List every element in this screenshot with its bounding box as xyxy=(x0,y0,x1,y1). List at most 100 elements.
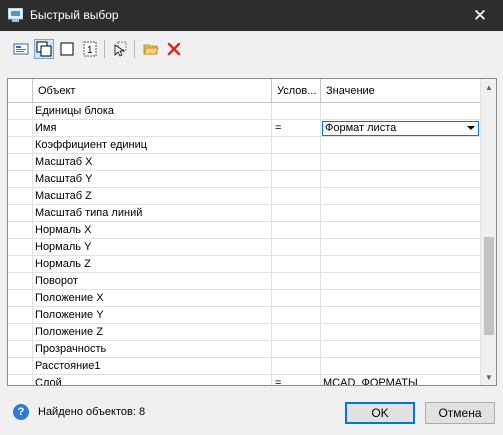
header-object[interactable]: Объект xyxy=(33,79,272,103)
row-value[interactable] xyxy=(321,137,481,154)
row-value[interactable] xyxy=(321,188,481,205)
row-condition[interactable] xyxy=(272,205,321,222)
vertical-scrollbar[interactable]: ▲ ▼ xyxy=(480,79,496,385)
row-condition[interactable] xyxy=(272,273,321,290)
numbered-list-icon: 1 xyxy=(83,41,97,57)
row-value[interactable] xyxy=(321,341,481,358)
table-row[interactable]: Имя = Формат листа xyxy=(8,120,481,137)
row-value[interactable] xyxy=(321,239,481,256)
help-icon[interactable]: ? xyxy=(13,404,29,420)
close-icon: ✕ xyxy=(472,5,488,25)
pointer-select-icon xyxy=(114,41,127,57)
svg-text:1: 1 xyxy=(87,45,93,56)
row-condition[interactable] xyxy=(272,188,321,205)
table-row[interactable]: Слой = MCAD_ФОРМАТЫ xyxy=(8,375,481,385)
header-value[interactable]: Значение xyxy=(321,79,481,103)
table-row[interactable]: Масштаб типа линий xyxy=(8,205,481,222)
scroll-down-icon[interactable]: ▼ xyxy=(481,369,496,385)
row-object: Коэффициент единиц xyxy=(33,137,272,154)
row-object: Масштаб Y xyxy=(33,171,272,188)
row-condition[interactable] xyxy=(272,256,321,273)
row-value[interactable] xyxy=(321,290,481,307)
row-value[interactable] xyxy=(321,103,481,120)
row-condition[interactable] xyxy=(272,222,321,239)
row-value[interactable] xyxy=(321,273,481,290)
select-all-icon xyxy=(13,43,29,55)
window-title: Быстрый выбор xyxy=(30,8,119,22)
row-condition[interactable]: = xyxy=(272,375,321,385)
delete-button[interactable] xyxy=(164,39,184,59)
row-object: Поворот xyxy=(33,273,272,290)
header-condition[interactable]: Услов... xyxy=(272,79,321,103)
row-condition[interactable] xyxy=(272,307,321,324)
row-object: Слой xyxy=(33,375,272,385)
row-value[interactable] xyxy=(321,358,481,375)
row-value[interactable] xyxy=(321,307,481,324)
row-value[interactable] xyxy=(321,171,481,188)
table-row[interactable]: Положение Z xyxy=(8,324,481,341)
row-condition[interactable] xyxy=(272,290,321,307)
app-icon xyxy=(8,8,23,22)
row-object: Единицы блока xyxy=(33,103,272,120)
header-spacer xyxy=(8,79,33,103)
row-value[interactable] xyxy=(321,154,481,171)
row-value[interactable] xyxy=(321,324,481,341)
row-condition[interactable] xyxy=(272,154,321,171)
row-condition[interactable] xyxy=(272,103,321,120)
ok-button[interactable]: OK xyxy=(345,402,415,424)
table-row[interactable]: Масштаб Y xyxy=(8,171,481,188)
table-row[interactable]: Прозрачность xyxy=(8,341,481,358)
folder-open-icon xyxy=(143,44,159,55)
row-condition[interactable] xyxy=(272,341,321,358)
table-row[interactable]: Нормаль X xyxy=(8,222,481,239)
row-condition[interactable] xyxy=(272,171,321,188)
toolbar-separator xyxy=(134,40,135,58)
chevron-down-icon[interactable] xyxy=(467,126,475,130)
row-value[interactable] xyxy=(321,222,481,239)
row-condition[interactable]: = xyxy=(272,120,321,137)
scrollbar-thumb[interactable] xyxy=(484,237,494,335)
value-dropdown[interactable]: Формат листа xyxy=(322,121,479,136)
row-value[interactable] xyxy=(321,205,481,222)
row-object: Положение Z xyxy=(33,324,272,341)
select-window-icon xyxy=(36,41,52,57)
pointer-select-button[interactable] xyxy=(110,39,130,59)
row-condition[interactable] xyxy=(272,358,321,375)
cancel-button[interactable]: Отмена xyxy=(425,402,495,424)
properties-grid[interactable]: Объект Услов... Значение Единицы блока И… xyxy=(7,78,497,386)
row-object: Нормаль X xyxy=(33,222,272,239)
row-condition[interactable] xyxy=(272,137,321,154)
close-button[interactable]: ✕ xyxy=(457,0,503,31)
row-condition[interactable] xyxy=(272,324,321,341)
row-object: Масштаб Z xyxy=(33,188,272,205)
table-row[interactable]: Коэффициент единиц xyxy=(8,137,481,154)
row-condition[interactable] xyxy=(272,239,321,256)
table-row[interactable]: Масштаб Z xyxy=(8,188,481,205)
table-row[interactable]: Масштаб X xyxy=(8,154,481,171)
table-row[interactable]: Нормаль Z xyxy=(8,256,481,273)
row-value-cell: Формат листа xyxy=(321,120,481,137)
row-object: Прозрачность xyxy=(33,341,272,358)
numbered-list-button[interactable]: 1 xyxy=(80,39,100,59)
open-button[interactable] xyxy=(141,39,161,59)
row-object: Расстояние1 xyxy=(33,358,272,375)
row-object: Масштаб типа линий xyxy=(33,205,272,222)
table-row[interactable]: Положение X xyxy=(8,290,481,307)
title-bar: Быстрый выбор ✕ xyxy=(0,0,503,31)
found-count: Найдено объектов: 8 xyxy=(38,406,146,418)
row-value[interactable]: MCAD_ФОРМАТЫ xyxy=(321,375,481,385)
select-window-button[interactable] xyxy=(34,39,54,59)
table-row[interactable]: Поворот xyxy=(8,273,481,290)
row-object: Имя xyxy=(33,120,272,137)
status-bar: ? Найдено объектов: 8 OK Отмена xyxy=(0,396,503,435)
select-box-icon xyxy=(60,42,74,56)
select-all-button[interactable] xyxy=(11,39,31,59)
table-row[interactable]: Положение Y xyxy=(8,307,481,324)
row-object: Нормаль Z xyxy=(33,256,272,273)
row-value[interactable] xyxy=(321,256,481,273)
table-row[interactable]: Единицы блока xyxy=(8,103,481,120)
table-row[interactable]: Нормаль Y xyxy=(8,239,481,256)
table-row[interactable]: Расстояние1 xyxy=(8,358,481,375)
select-box-button[interactable] xyxy=(57,39,77,59)
scroll-up-icon[interactable]: ▲ xyxy=(481,79,496,95)
